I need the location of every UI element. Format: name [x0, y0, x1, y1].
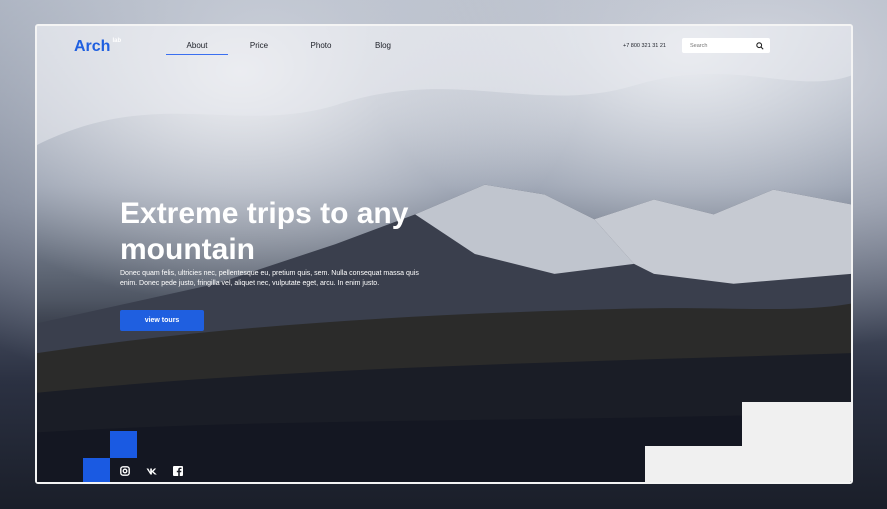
hero-description: Donec quam felis, ultricies nec, pellent…	[120, 270, 419, 287]
search-box	[682, 38, 770, 53]
main-nav: About Price Photo Blog	[166, 41, 414, 55]
brand-logo[interactable]: Arch lab	[74, 38, 121, 56]
page-frame: Arch lab About Price Photo Blog +7 800 32…	[35, 24, 853, 484]
facebook-icon[interactable]	[173, 466, 183, 476]
decor-block-top	[742, 402, 851, 482]
nav-item-price[interactable]: Price	[228, 41, 290, 50]
search-icon[interactable]	[756, 41, 764, 50]
nav-item-about[interactable]: About	[166, 41, 228, 55]
accent-square-bottom	[83, 458, 110, 482]
accent-square-top	[110, 431, 137, 458]
logo-text: Arch	[74, 38, 111, 55]
instagram-icon[interactable]	[120, 466, 130, 476]
decor-block-bottom	[645, 446, 745, 482]
nav-item-photo[interactable]: Photo	[290, 41, 352, 50]
logo-superscript: lab	[112, 38, 122, 44]
nav-item-blog[interactable]: Blog	[352, 41, 414, 50]
phone-number[interactable]: +7 800 321 31 21	[623, 43, 666, 49]
vk-icon[interactable]	[146, 466, 158, 476]
search-input[interactable]	[688, 41, 752, 50]
hero-title: Extreme trips to any mountain	[120, 197, 409, 266]
view-tours-button[interactable]: view tours	[120, 310, 204, 331]
